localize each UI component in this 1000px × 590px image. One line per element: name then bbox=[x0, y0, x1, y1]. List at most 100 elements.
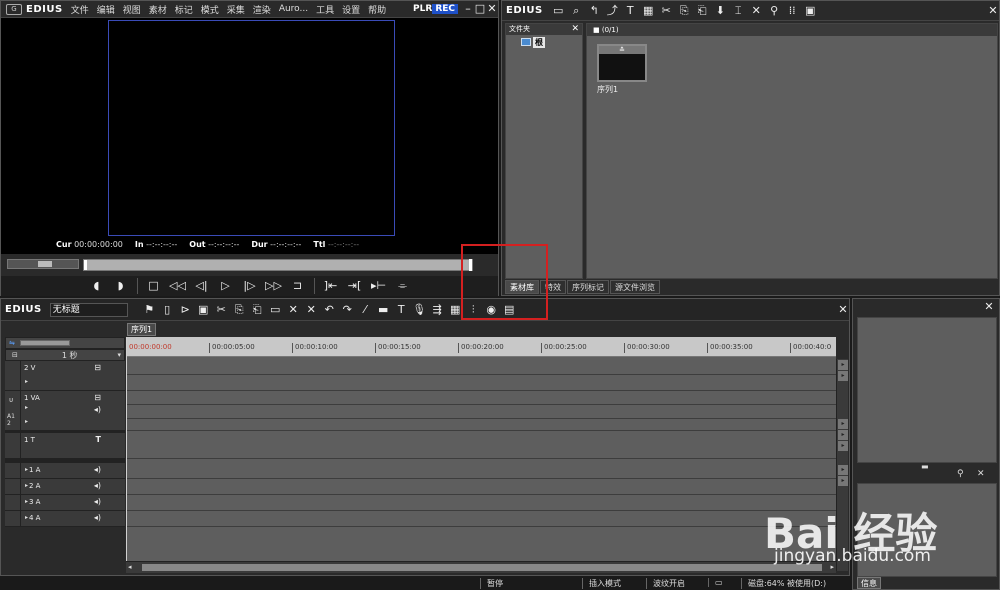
add-cut-icon[interactable]: ⁄ bbox=[358, 302, 373, 317]
copy-icon[interactable]: ⎘ bbox=[232, 302, 247, 317]
minimize-icon[interactable]: ▬ bbox=[921, 462, 929, 471]
export-icon[interactable]: ⇶ bbox=[430, 302, 445, 317]
menu-render[interactable]: 渲染 bbox=[253, 3, 271, 16]
close-icon[interactable]: ✕ bbox=[987, 4, 999, 17]
set-in-icon[interactable]: ◖ bbox=[87, 278, 107, 294]
title-icon[interactable]: T bbox=[623, 3, 638, 18]
lane-1va[interactable] bbox=[126, 391, 836, 405]
recorder-mode-button[interactable]: REC bbox=[432, 4, 458, 14]
track-4a[interactable]: 4 A ▸ ◂) bbox=[5, 511, 125, 527]
position-cursor[interactable] bbox=[84, 260, 87, 270]
voiceover-icon[interactable]: 🎙 bbox=[412, 302, 427, 317]
timeline-cursor[interactable] bbox=[126, 337, 127, 569]
expand-icon[interactable]: ▸ bbox=[25, 404, 28, 411]
undo-icon[interactable]: ↶ bbox=[322, 302, 337, 317]
loop-icon[interactable]: ⊐ bbox=[288, 278, 308, 294]
properties-icon[interactable]: ⚲ bbox=[767, 3, 782, 18]
replace-icon[interactable]: ▭ bbox=[268, 302, 283, 317]
lock-icon[interactable]: ⊟ bbox=[12, 351, 18, 359]
close-icon[interactable]: ✕ bbox=[983, 301, 995, 313]
track-1va[interactable]: ᴜ A1 2 1 VA ⊟ ◂) ▸ ▸ bbox=[5, 391, 125, 431]
track-2a[interactable]: 2 A ▸ ◂) bbox=[5, 479, 125, 495]
close-icon[interactable]: ✕ bbox=[837, 303, 849, 316]
track-2v[interactable]: 2 V ⊟ ▸ bbox=[5, 361, 125, 391]
expand-icon[interactable]: ▸ bbox=[25, 498, 28, 505]
lane-1va-audio[interactable] bbox=[126, 419, 836, 431]
scroll-button[interactable]: ▸ bbox=[838, 430, 848, 440]
redo-icon[interactable]: ↷ bbox=[340, 302, 355, 317]
scroll-button[interactable]: ▸ bbox=[838, 419, 848, 429]
cut-icon[interactable]: ✂ bbox=[214, 302, 229, 317]
menu-aurora[interactable]: Auro... bbox=[279, 4, 308, 14]
step-back-icon[interactable]: ◁| bbox=[192, 278, 212, 294]
lane-4a[interactable] bbox=[126, 511, 836, 527]
menu-marker[interactable]: 标记 bbox=[175, 3, 193, 16]
lane-2v-sub[interactable] bbox=[126, 375, 836, 391]
menu-capture[interactable]: 采集 bbox=[227, 3, 245, 16]
sequence-settings-icon[interactable]: ⚑ bbox=[142, 302, 157, 317]
lane-1va-sub[interactable] bbox=[126, 405, 836, 419]
stop-icon[interactable]: □ bbox=[144, 278, 164, 294]
timeline-track-area[interactable]: 00:00:00:00 00:00:05:00 00:00:10:00 00:0… bbox=[126, 337, 836, 569]
menu-tools[interactable]: 工具 bbox=[316, 3, 334, 16]
output-icon[interactable]: ⌯ bbox=[393, 278, 413, 294]
menu-clip[interactable]: 素材 bbox=[149, 3, 167, 16]
chevron-down-icon[interactable]: ▾ bbox=[117, 351, 121, 359]
fast-forward-icon[interactable]: ▷▷ bbox=[264, 278, 284, 294]
track-1a[interactable]: 1 A ▸ ◂) bbox=[5, 463, 125, 479]
expand-icon[interactable]: ▸ bbox=[25, 418, 28, 425]
set-out-icon[interactable]: ◗ bbox=[111, 278, 131, 294]
track-3a[interactable]: 3 A ▸ ◂) bbox=[5, 495, 125, 511]
close-icon[interactable]: ✕ bbox=[486, 3, 498, 15]
delete-icon[interactable]: ✕ bbox=[749, 3, 764, 18]
up-folder-icon[interactable]: ↰ bbox=[587, 3, 602, 18]
menu-help[interactable]: 帮助 bbox=[368, 3, 386, 16]
close-icon[interactable]: ✕ bbox=[571, 24, 579, 35]
play-icon[interactable]: ▷ bbox=[216, 278, 236, 294]
render-icon[interactable]: ⌶ bbox=[731, 3, 746, 18]
paste-icon[interactable]: ⎗ bbox=[695, 3, 710, 18]
insert-icon[interactable]: ]⇤ bbox=[321, 278, 341, 294]
project-name[interactable]: 无标题 bbox=[49, 302, 128, 317]
lane-1a[interactable] bbox=[126, 463, 836, 479]
delete-icon[interactable]: ✕ bbox=[286, 302, 301, 317]
lane-2a[interactable] bbox=[126, 479, 836, 495]
timeline-horizontal-scrollbar[interactable]: ◂ ▸ bbox=[126, 561, 836, 573]
timeline-zoom-slider[interactable] bbox=[19, 340, 70, 346]
menu-file[interactable]: 文件 bbox=[71, 3, 89, 16]
view-mode-icon[interactable]: ⁞⁞ bbox=[785, 3, 800, 18]
title-icon[interactable]: T bbox=[394, 302, 409, 317]
scroll-button[interactable]: ▸ bbox=[838, 360, 848, 370]
sequence-clip-thumbnail[interactable]: ≛ bbox=[597, 44, 647, 82]
tab-source-browser[interactable]: 源文件浏览 bbox=[610, 279, 660, 294]
expand-icon[interactable]: ▸ bbox=[25, 482, 28, 489]
speaker-icon[interactable]: ◂) bbox=[94, 405, 101, 414]
video-mute-icon[interactable]: ⊟ bbox=[94, 393, 101, 402]
new-sequence-icon[interactable]: ▯ bbox=[160, 302, 175, 317]
lane-2v[interactable] bbox=[126, 361, 836, 375]
transition-icon[interactable]: ▬ bbox=[376, 302, 391, 317]
scroll-left-icon[interactable]: ◂ bbox=[128, 563, 132, 571]
rewind-icon[interactable]: ◁◁ bbox=[168, 278, 188, 294]
tab-sequence-1[interactable]: 序列1 bbox=[127, 323, 157, 336]
menu-edit[interactable]: 编辑 bbox=[97, 3, 115, 16]
minimize-icon[interactable]: – bbox=[462, 3, 474, 15]
bin-menu-icon[interactable]: ▣ bbox=[803, 3, 818, 18]
save-project-icon[interactable]: ▣ bbox=[196, 302, 211, 317]
speaker-icon[interactable]: ◂) bbox=[94, 481, 101, 490]
expand-icon[interactable]: ▸ bbox=[25, 378, 28, 385]
scroll-button[interactable]: ▸ bbox=[838, 441, 848, 451]
menu-view[interactable]: 视图 bbox=[123, 3, 141, 16]
overwrite-icon[interactable]: ⇥[ bbox=[345, 278, 365, 294]
time-ruler[interactable]: 00:00:00:00 00:00:05:00 00:00:10:00 00:0… bbox=[126, 337, 836, 357]
scroll-thumb[interactable] bbox=[142, 564, 822, 571]
maximize-icon[interactable]: □ bbox=[474, 3, 486, 15]
folder-root[interactable]: 根 bbox=[521, 36, 545, 48]
scroll-button[interactable]: ▸ bbox=[838, 371, 848, 381]
speaker-icon[interactable]: ◂) bbox=[94, 513, 101, 522]
cut-icon[interactable]: ✂ bbox=[659, 3, 674, 18]
step-forward-icon[interactable]: |▷ bbox=[240, 278, 260, 294]
expand-icon[interactable]: ▸ bbox=[25, 514, 28, 521]
speaker-icon[interactable]: ◂) bbox=[94, 465, 101, 474]
menu-settings[interactable]: 设置 bbox=[342, 3, 360, 16]
